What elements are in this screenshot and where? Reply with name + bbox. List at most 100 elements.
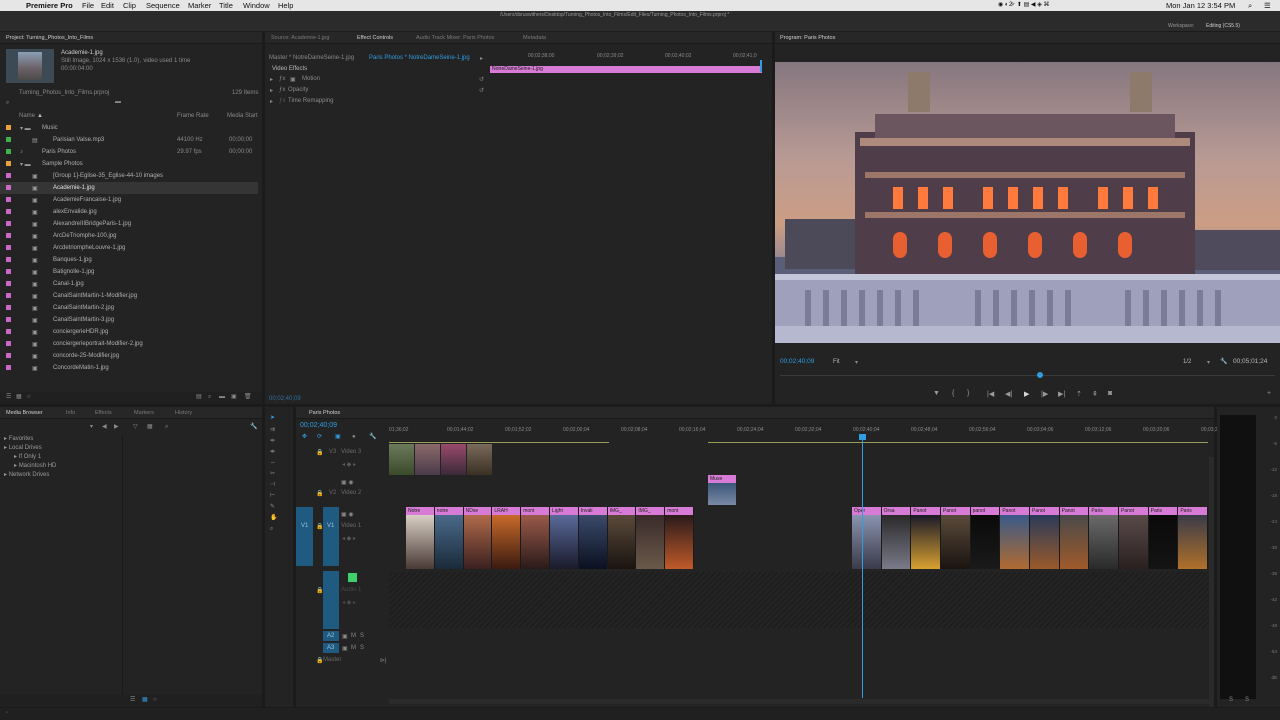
- tab-effect-controls[interactable]: Effect Controls: [357, 35, 393, 41]
- linked-selection-icon[interactable]: ⟳: [317, 434, 322, 441]
- project-item[interactable]: ▾ ▬ Sample Photos: [0, 158, 258, 170]
- label-color-swatch[interactable]: [6, 281, 11, 286]
- label-color-swatch[interactable]: [6, 209, 11, 214]
- v1-toggle-icons[interactable]: ▣ ◉: [341, 511, 354, 518]
- label-color-swatch[interactable]: [6, 197, 11, 202]
- media-browser-tree-item[interactable]: ▸ Favorites: [4, 435, 33, 442]
- project-item[interactable]: ▣ CanalSaintMartin-3.jpg: [0, 314, 258, 326]
- clip-label[interactable]: notre: [434, 507, 463, 515]
- effect-opacity[interactable]: Opacity: [288, 87, 308, 93]
- find-icon[interactable]: ⌕: [208, 394, 211, 401]
- lift-icon[interactable]: ⇡: [1076, 390, 1082, 398]
- a2-mute[interactable]: M: [351, 633, 356, 639]
- automate-sequence-icon[interactable]: ▤: [196, 394, 202, 401]
- project-item[interactable]: ▣ concorde-25-Modifier.jpg: [0, 350, 258, 362]
- v1-clip-group-right[interactable]: Oper Orsa Panot Panot panot Panot Panot Panot Pa…: [852, 507, 1208, 569]
- project-item[interactable]: ▤ Parisian Valse.mp3 44100 Hz 00;00;00: [0, 134, 258, 146]
- clip-label[interactable]: Paris: [1089, 507, 1118, 515]
- project-item[interactable]: ▣ Canal-1.jpg: [0, 278, 258, 290]
- icon-view-icon[interactable]: ▦: [142, 697, 148, 704]
- razor-tool-icon[interactable]: ✂: [270, 471, 275, 478]
- fit-dropdown-icon[interactable]: ▾: [855, 359, 858, 366]
- pen-tool-icon[interactable]: ✎: [270, 504, 275, 511]
- master-end-icon[interactable]: ⊳|: [380, 657, 387, 664]
- go-to-out-icon[interactable]: ▶|: [1058, 390, 1065, 398]
- tab-audio-track-mixer[interactable]: Audio Track Mixer: Paris Photos: [416, 35, 494, 41]
- v1-clip-group-left[interactable]: Notre notre NDse LRAH mont Light Invali IMG_ IMG…: [406, 507, 694, 569]
- v3-clip[interactable]: [389, 444, 414, 475]
- project-item[interactable]: ▣ conciergerieHDR.jpg: [0, 326, 258, 338]
- clip-label[interactable]: mont: [521, 507, 549, 515]
- list-view-icon[interactable]: ☰: [6, 394, 11, 401]
- filter-icon[interactable]: ▽: [133, 424, 138, 431]
- motion-expand-icon[interactable]: ▸: [270, 76, 273, 83]
- ec-master-clip[interactable]: Master * NotreDameSeine-1.jpg: [269, 55, 354, 61]
- slide-tool-icon[interactable]: ⊢: [270, 493, 275, 500]
- clip-label[interactable]: Panot: [1030, 507, 1059, 515]
- menu-sequence[interactable]: Sequence: [146, 0, 180, 11]
- v2-clip[interactable]: Muse: [708, 475, 736, 505]
- v2-label[interactable]: V2: [329, 490, 336, 496]
- back-icon[interactable]: ◀: [102, 424, 107, 431]
- zoom-tool-icon[interactable]: ⌕: [270, 526, 273, 533]
- project-item[interactable]: ▣ [Group 1]-Eglise-35_Eglise-44-10 images: [0, 170, 258, 182]
- v3-label[interactable]: V3: [329, 449, 336, 455]
- lock-icon[interactable]: 🔒: [316, 449, 323, 456]
- fit-select[interactable]: Fit: [833, 359, 840, 365]
- work-area-bar[interactable]: [389, 442, 609, 443]
- v3-clip[interactable]: [467, 444, 492, 475]
- label-color-swatch[interactable]: [6, 269, 11, 274]
- label-color-swatch[interactable]: [6, 161, 11, 166]
- project-tab[interactable]: Project: Turning_Photos_Into_Films: [6, 35, 93, 41]
- ec-toggle-icon[interactable]: ▸: [480, 55, 483, 62]
- go-to-in-icon[interactable]: |◀: [987, 390, 994, 398]
- a1-mute-toggle[interactable]: [348, 573, 357, 582]
- app-menu[interactable]: Premiere Pro: [26, 0, 73, 11]
- export-frame-icon[interactable]: ◙: [1108, 390, 1112, 397]
- label-color-swatch[interactable]: [6, 365, 11, 370]
- tab-effects[interactable]: Effects: [95, 410, 112, 416]
- ec-clip-bar[interactable]: NotreDameSeine-1.jpg: [490, 66, 762, 73]
- effect-motion[interactable]: Motion: [302, 76, 320, 82]
- label-color-swatch[interactable]: [6, 329, 11, 334]
- tab-markers[interactable]: Markers: [134, 410, 154, 416]
- add-marker-icon[interactable]: ▼: [933, 390, 940, 397]
- clip-label[interactable]: LRAH: [492, 507, 521, 515]
- media-browser-tree-item[interactable]: ▸ Network Drives: [4, 471, 49, 478]
- a1-target-patch[interactable]: [323, 571, 339, 629]
- forward-icon[interactable]: ▶: [114, 424, 119, 431]
- label-color-swatch[interactable]: [6, 245, 11, 250]
- meter-solo-left[interactable]: S: [1229, 697, 1233, 703]
- slip-tool-icon[interactable]: ⊣: [270, 482, 275, 489]
- mark-out-icon[interactable]: }: [967, 390, 969, 397]
- play-icon[interactable]: ▶: [1024, 390, 1029, 398]
- ec-timecode[interactable]: 00;02;40;09: [269, 396, 301, 402]
- lock-icon[interactable]: 🔒: [316, 587, 323, 594]
- label-color-swatch[interactable]: [6, 353, 11, 358]
- tab-info[interactable]: Info: [66, 410, 75, 416]
- tree-expand-icon[interactable]: ▸: [4, 445, 9, 451]
- settings-wrench-icon[interactable]: 🔧: [369, 434, 376, 441]
- clip-label[interactable]: IMG_: [636, 507, 665, 515]
- clip-label[interactable]: mont: [665, 507, 693, 515]
- timeline-playhead[interactable]: [862, 434, 863, 698]
- icon-view-icon[interactable]: ▦: [16, 394, 22, 401]
- clip-label[interactable]: Panot: [1000, 507, 1029, 515]
- timeline-vertical-scrollbar[interactable]: [1209, 457, 1214, 707]
- a3-mute[interactable]: M: [351, 645, 356, 651]
- a3-controls-icons[interactable]: ▣: [342, 645, 348, 652]
- add-marker-icon[interactable]: ▣: [335, 434, 341, 441]
- media-browser-tree-item[interactable]: ▸ If Only 1: [14, 453, 41, 460]
- delete-icon[interactable]: 🗑: [244, 394, 252, 401]
- rolling-edit-tool-icon[interactable]: ⇼: [270, 449, 275, 456]
- timeline-horizontal-scrollbar[interactable]: [389, 699, 1209, 704]
- resolution-select[interactable]: 1/2: [1183, 359, 1191, 365]
- resolution-dropdown-icon[interactable]: ▾: [1207, 359, 1210, 366]
- clip-label[interactable]: Notre: [406, 507, 434, 515]
- ec-playhead[interactable]: [760, 60, 762, 72]
- label-color-swatch[interactable]: [6, 125, 11, 130]
- marker-icon[interactable]: ●: [352, 434, 356, 441]
- project-item[interactable]: ▣ CanalSaintMartin-2.jpg: [0, 302, 258, 314]
- mark-in-icon[interactable]: {: [952, 390, 954, 397]
- v1-source-patch[interactable]: [296, 507, 313, 566]
